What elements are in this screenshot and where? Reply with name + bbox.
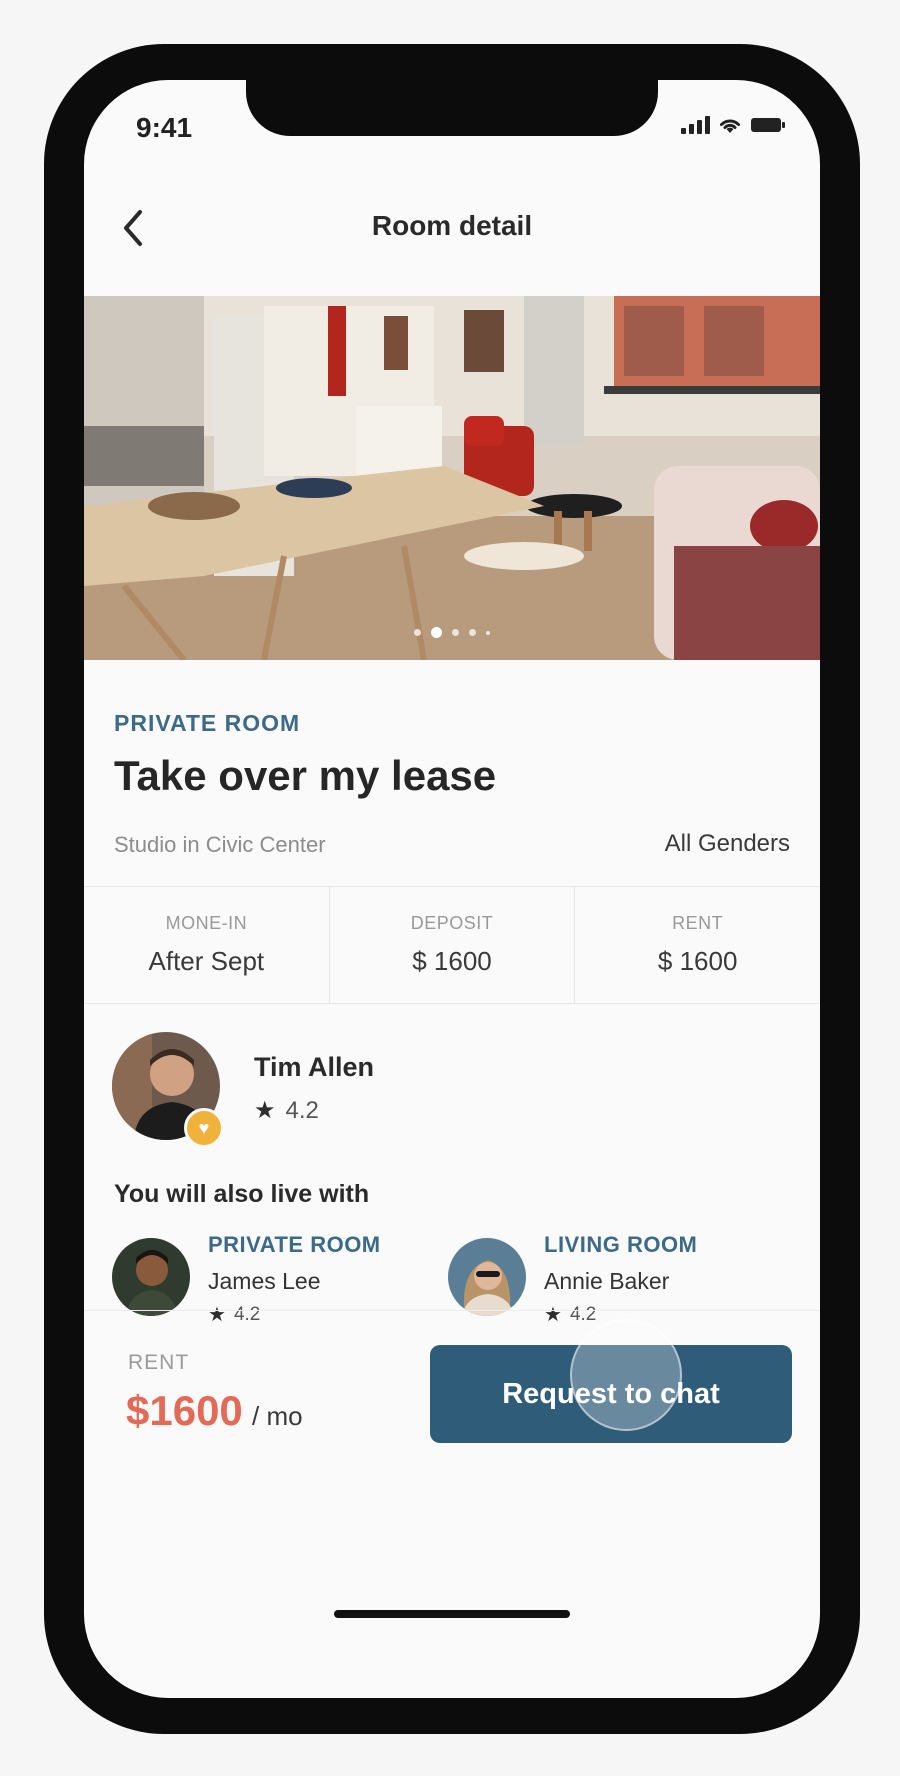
request-to-chat-button[interactable]: Request to chat xyxy=(430,1345,792,1443)
stat-deposit: DEPOSIT $ 1600 xyxy=(330,887,576,1003)
gender-preference: All Genders xyxy=(664,830,790,857)
room-type-label: PRIVATE ROOM xyxy=(114,710,301,736)
roommate-name: Annie Baker xyxy=(544,1268,670,1294)
roommate-name: James Lee xyxy=(208,1268,321,1294)
wifi-icon xyxy=(720,119,740,133)
roommate-photo xyxy=(448,1238,526,1316)
listing-subtitle: Studio in Civic Center xyxy=(114,832,326,857)
rent-unit: / mo xyxy=(252,1401,303,1431)
carousel-dot-active[interactable] xyxy=(431,627,442,638)
host-profile[interactable]: ♥ Tim Allen ★ 4.2 xyxy=(112,1032,792,1152)
stat-value: After Sept xyxy=(148,946,265,976)
app-screen: 9:41 Room detail PRIVATE ROOM Take over … xyxy=(84,80,820,1698)
carousel-indicator xyxy=(84,627,820,638)
battery-icon xyxy=(751,118,785,132)
carousel-dot[interactable] xyxy=(452,629,459,636)
roommate-avatar[interactable] xyxy=(112,1238,190,1316)
carousel-dot[interactable] xyxy=(469,629,476,636)
status-time: 9:41 xyxy=(136,112,193,143)
device-notch xyxy=(246,80,658,136)
phone-frame: 9:41 Room detail PRIVATE ROOM Take over … xyxy=(44,44,860,1734)
roommate-photo xyxy=(112,1238,190,1316)
rent-price: $1600 xyxy=(126,1387,243,1434)
home-indicator[interactable] xyxy=(334,1610,570,1618)
stat-label: DEPOSIT xyxy=(410,913,494,933)
stat-rent: RENT $ 1600 xyxy=(575,887,820,1003)
heart-icon: ♥ xyxy=(184,1108,224,1148)
stat-label: RENT xyxy=(672,913,724,933)
rent-label: RENT xyxy=(128,1351,190,1374)
navigation-bar: Room detail xyxy=(84,184,820,280)
stat-value: $ 1600 xyxy=(412,946,492,976)
stat-label: MONE-IN xyxy=(165,913,248,933)
signal-icon xyxy=(681,116,710,134)
status-icons xyxy=(681,116,786,134)
carousel-dot[interactable] xyxy=(486,630,490,635)
star-icon: ★ xyxy=(254,1097,276,1124)
roommate-avatar[interactable] xyxy=(448,1238,526,1316)
room-photo-carousel[interactable] xyxy=(84,296,820,660)
room-photo xyxy=(84,296,820,660)
stat-value: $ 1600 xyxy=(657,946,738,976)
stat-move-in: MONE-IN After Sept xyxy=(84,887,330,1003)
listing-stats: MONE-IN After Sept DEPOSIT $ 1600 RENT $… xyxy=(84,886,820,1004)
rating-value: 4.2 xyxy=(285,1096,319,1124)
roommates-section-title: You will also live with xyxy=(114,1180,370,1208)
roommate-room-type: LIVING ROOM xyxy=(544,1232,698,1257)
host-rating: ★ 4.2 xyxy=(254,1096,319,1125)
host-name: Tim Allen xyxy=(254,1052,375,1082)
page-title: Room detail xyxy=(371,210,533,241)
carousel-dot[interactable] xyxy=(414,629,421,636)
booking-bar: RENT $1600 / mo Request to chat xyxy=(84,1310,820,1531)
roommate-room-type: PRIVATE ROOM xyxy=(208,1232,381,1257)
listing-title: Take over my lease xyxy=(114,752,497,799)
